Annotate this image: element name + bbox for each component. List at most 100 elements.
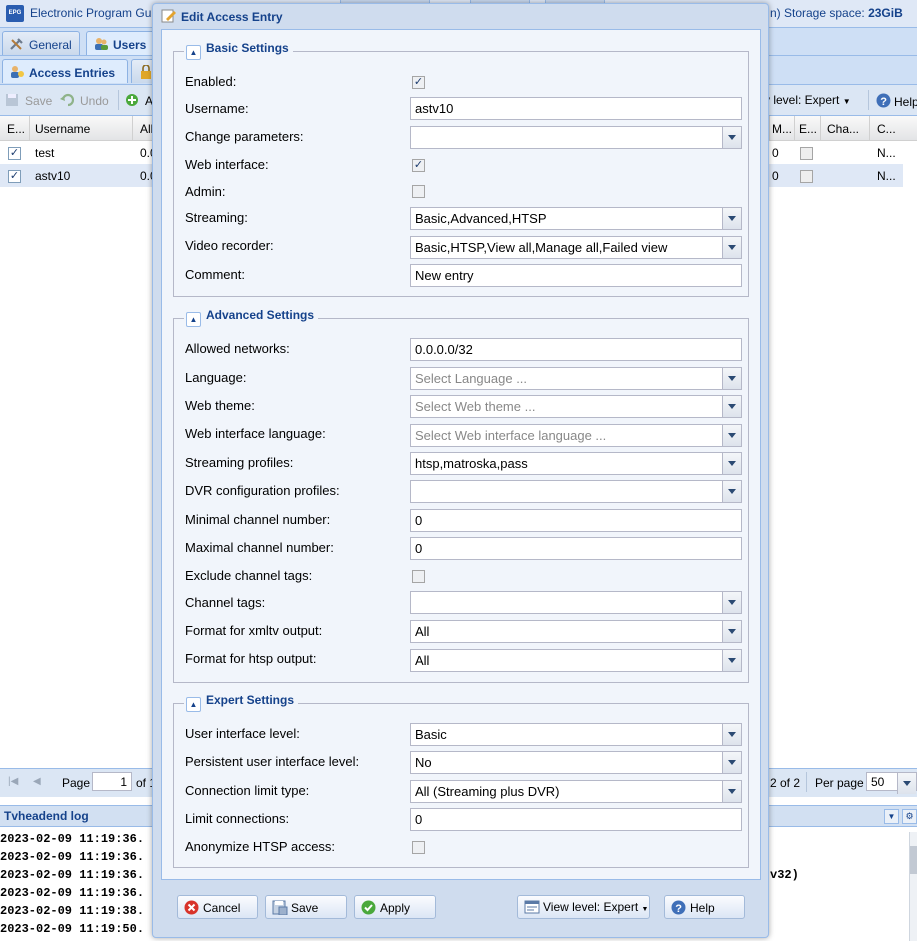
row-e-checkbox[interactable] xyxy=(800,170,813,183)
prev-page-icon[interactable]: ◀ xyxy=(33,776,41,787)
admin-checkbox[interactable] xyxy=(412,185,425,198)
col-c[interactable]: C... xyxy=(877,122,896,136)
view-level-button[interactable]: View level: Expert ▼ xyxy=(517,895,650,919)
first-page-icon[interactable]: |◀ xyxy=(8,776,18,787)
dropdown-trigger-icon[interactable] xyxy=(722,396,741,417)
row-username: astv10 xyxy=(35,169,71,183)
collapse-up-icon[interactable]: ▲ xyxy=(186,312,201,327)
per-page-trigger-icon[interactable] xyxy=(897,773,916,794)
dropdown-trigger-icon[interactable] xyxy=(722,481,741,502)
gear-icon[interactable]: ⚙ xyxy=(902,809,917,824)
dropdown-trigger-icon[interactable] xyxy=(722,650,741,671)
tab-access-entries[interactable]: Access Entries xyxy=(2,59,128,83)
row-e-checkbox[interactable] xyxy=(800,147,813,160)
col-channel[interactable]: Cha... xyxy=(827,122,859,136)
channel-tags-combo[interactable] xyxy=(410,591,742,614)
help-button[interactable]: ? Help xyxy=(664,895,745,919)
exclude-tags-label: Exclude channel tags: xyxy=(185,568,313,583)
dropdown-trigger-icon[interactable] xyxy=(722,425,741,446)
dropdown-trigger-icon[interactable] xyxy=(722,621,741,642)
dropdown-trigger-icon[interactable] xyxy=(722,592,741,613)
view-level-label: v level: Expert xyxy=(764,93,840,107)
col-e[interactable]: E... xyxy=(799,122,817,136)
dvr-profiles-combo[interactable] xyxy=(410,480,742,503)
web-interface-label: Web interface: xyxy=(185,157,269,172)
exclude-tags-checkbox[interactable] xyxy=(412,570,425,583)
tab-users[interactable]: Users xyxy=(86,31,156,55)
save-toolbar-label: Save xyxy=(25,94,53,108)
web-interface-checkbox[interactable]: ✓ xyxy=(412,159,425,172)
enabled-checkbox[interactable]: ✓ xyxy=(412,76,425,89)
save-toolbar-button[interactable]: Save xyxy=(5,93,52,108)
limit-connections-field[interactable]: 0 xyxy=(410,808,742,831)
dropdown-trigger-icon[interactable] xyxy=(722,724,741,745)
col-m[interactable]: M... xyxy=(772,122,792,136)
max-channel-label: Maximal channel number: xyxy=(185,540,334,555)
undo-toolbar-button[interactable]: Undo xyxy=(60,93,109,108)
log-scrollbar-thumb[interactable] xyxy=(910,846,917,874)
tab-general-label: General xyxy=(29,38,72,52)
col-enabled[interactable]: E... xyxy=(7,122,25,136)
video-recorder-combo[interactable]: Basic,HTSP,View all,Manage all,Failed vi… xyxy=(410,236,742,259)
expert-settings-legend[interactable]: ▲ Expert Settings xyxy=(184,693,299,712)
anonymize-htsp-checkbox[interactable] xyxy=(412,841,425,854)
app-tab-title[interactable]: Electronic Program Gu xyxy=(30,6,151,20)
change-parameters-combo[interactable] xyxy=(410,126,742,149)
language-combo[interactable]: Select Language ... xyxy=(410,367,742,390)
web-theme-combo[interactable]: Select Web theme ... xyxy=(410,395,742,418)
save-icon xyxy=(272,900,288,916)
web-theme-label: Web theme: xyxy=(185,398,255,413)
svg-text:?: ? xyxy=(675,903,682,915)
svg-text:?: ? xyxy=(880,96,887,108)
help-toolbar-button[interactable]: ? Help xyxy=(876,93,917,109)
tab-general[interactable]: General xyxy=(2,31,80,55)
dropdown-trigger-icon[interactable] xyxy=(722,752,741,773)
persistent-ui-level-label: Persistent user interface level: xyxy=(185,754,360,769)
add-toolbar-button[interactable]: A xyxy=(125,93,153,108)
dropdown-trigger-icon[interactable] xyxy=(722,781,741,802)
basic-settings-legend[interactable]: ▲ Basic Settings xyxy=(184,41,293,60)
dropdown-trigger-icon[interactable] xyxy=(722,127,741,148)
min-channel-field[interactable]: 0 xyxy=(410,509,742,532)
row-enabled-checkbox[interactable]: ✓ xyxy=(8,170,21,183)
streaming-profiles-combo[interactable]: htsp,matroska,pass xyxy=(410,452,742,475)
conn-limit-type-combo[interactable]: All (Streaming plus DVR) xyxy=(410,780,742,803)
page-input[interactable]: 1 xyxy=(92,772,132,791)
collapse-up-icon[interactable]: ▲ xyxy=(186,45,201,60)
view-level-icon xyxy=(524,900,540,915)
username-field[interactable]: astv10 xyxy=(410,97,742,120)
per-page-select[interactable]: 50 xyxy=(866,772,917,794)
advanced-settings-legend[interactable]: ▲ Advanced Settings xyxy=(184,308,319,327)
max-channel-field[interactable]: 0 xyxy=(410,537,742,560)
col-username[interactable]: Username xyxy=(35,122,90,136)
xmltv-format-combo[interactable]: All xyxy=(410,620,742,643)
streaming-combo[interactable]: Basic,Advanced,HTSP xyxy=(410,207,742,230)
web-ui-language-combo[interactable]: Select Web interface language ... xyxy=(410,424,742,447)
dropdown-trigger-icon[interactable] xyxy=(722,453,741,474)
allowed-networks-field[interactable]: 0.0.0.0/32 xyxy=(410,338,742,361)
view-level-dropdown[interactable]: v level: Expert ▼ xyxy=(764,93,851,107)
dropdown-trigger-icon[interactable] xyxy=(722,368,741,389)
collapse-icon[interactable]: ▼ xyxy=(884,809,899,824)
xmltv-format-label: Format for xmltv output: xyxy=(185,623,323,638)
help-toolbar-label: Help xyxy=(894,95,917,109)
htsp-format-combo[interactable]: All xyxy=(410,649,742,672)
save-button[interactable]: Save xyxy=(265,895,347,919)
streaming-value: Basic,Advanced,HTSP xyxy=(415,211,547,226)
display-count: 2 of 2 xyxy=(770,776,801,790)
apply-button[interactable]: Apply xyxy=(354,895,436,919)
dvr-profiles-label: DVR configuration profiles: xyxy=(185,483,340,498)
row-enabled-checkbox[interactable]: ✓ xyxy=(8,147,21,160)
dropdown-trigger-icon[interactable] xyxy=(722,237,741,258)
collapse-up-icon[interactable]: ▲ xyxy=(186,697,201,712)
web-theme-placeholder: Select Web theme ... xyxy=(415,399,536,414)
ui-level-combo[interactable]: Basic xyxy=(410,723,742,746)
apply-button-label: Apply xyxy=(380,901,411,915)
comment-field[interactable]: New entry xyxy=(410,264,742,287)
log-line: 2023-02-09 11:19:36. xyxy=(0,850,145,864)
cancel-button[interactable]: Cancel xyxy=(177,895,258,919)
web-ui-language-placeholder: Select Web interface language ... xyxy=(415,428,607,443)
dropdown-trigger-icon[interactable] xyxy=(722,208,741,229)
log-line: 2023-02-09 11:19:36. xyxy=(0,832,145,846)
persistent-ui-level-combo[interactable]: No xyxy=(410,751,742,774)
